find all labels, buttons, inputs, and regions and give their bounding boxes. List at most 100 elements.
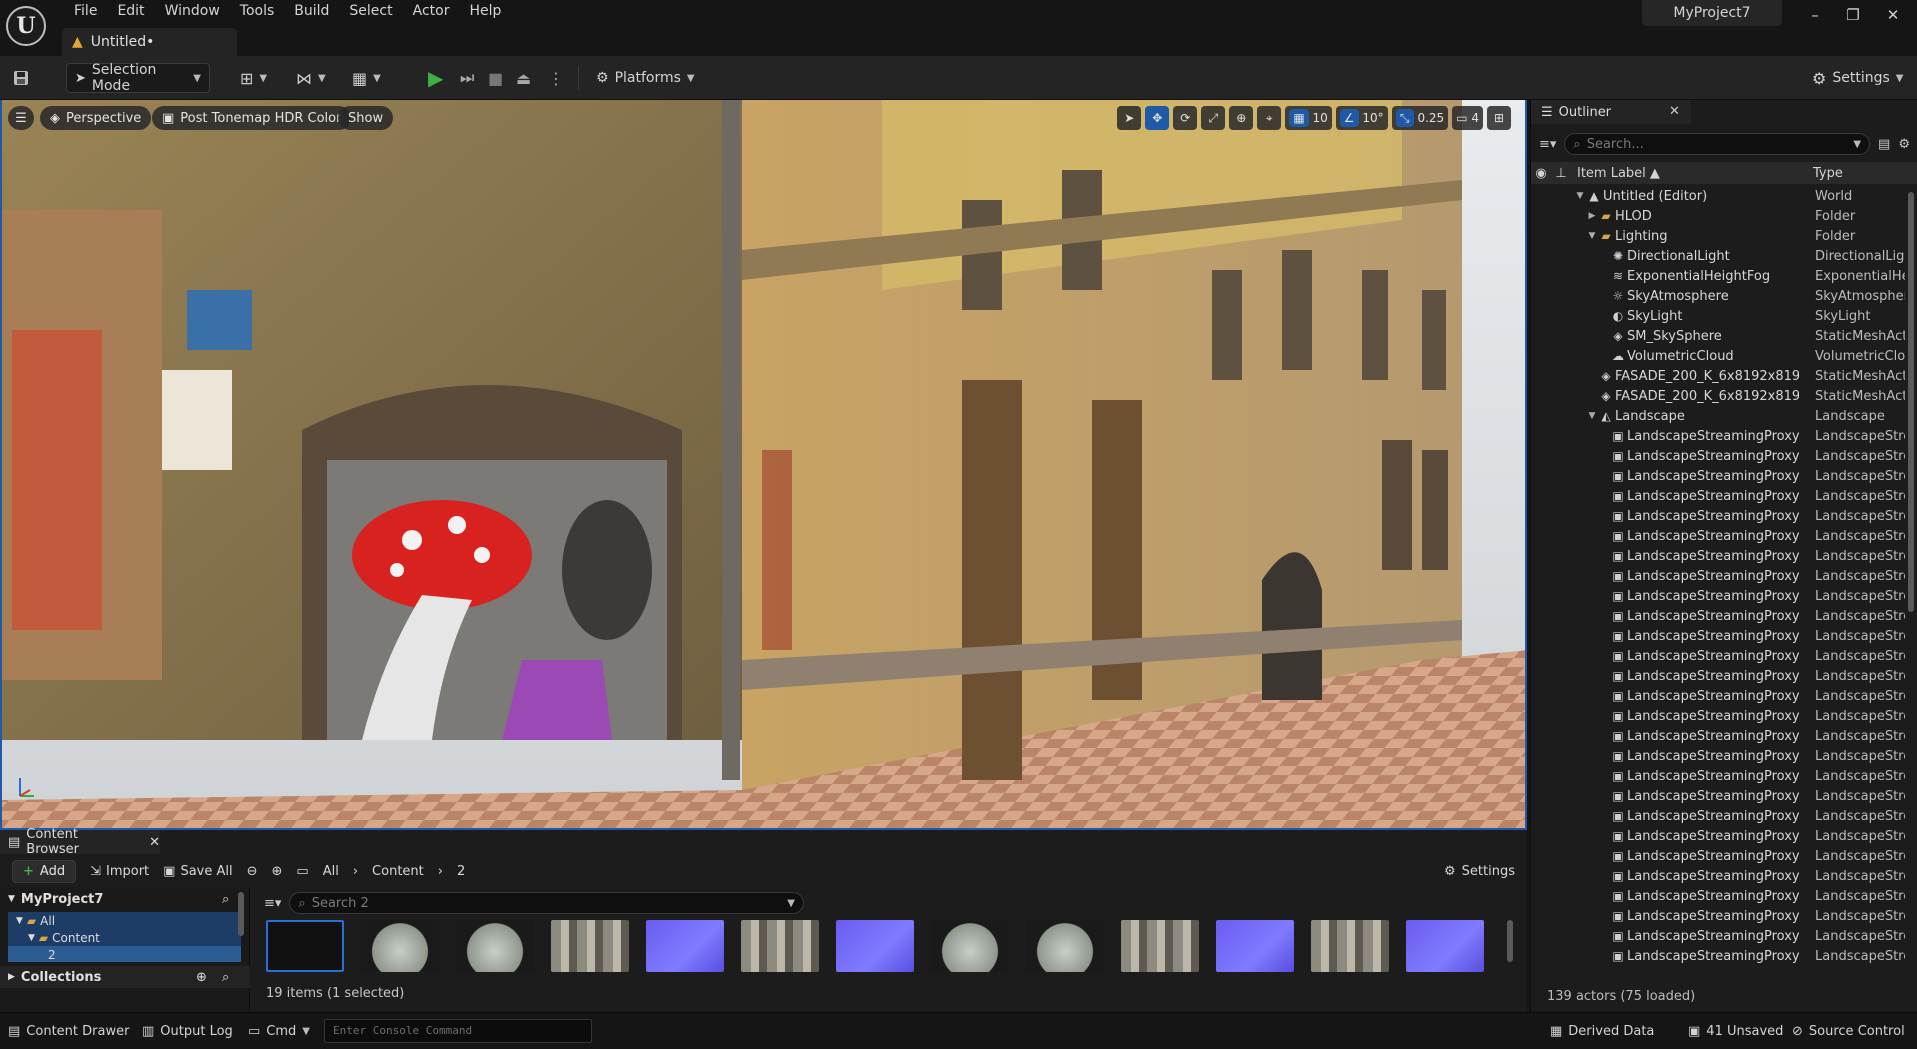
asset-thumbnail-atlas[interactable] xyxy=(1311,920,1389,972)
content-browser-tab[interactable]: ▤ Content Browser ✕ xyxy=(0,827,160,857)
asset-thumbnail-atlas[interactable] xyxy=(1121,920,1199,972)
outliner-row[interactable]: ▣LandscapeStreamingProxy_ LandscapeStream… xyxy=(1531,626,1907,646)
outliner-row[interactable]: ▣LandscapeStreamingProxy_ LandscapeStream… xyxy=(1531,826,1907,846)
outliner-row[interactable]: ▣LandscapeStreamingProxy_ LandscapeStream… xyxy=(1531,726,1907,746)
outliner-row[interactable]: ▣LandscapeStreamingProxy_ LandscapeStream… xyxy=(1531,886,1907,906)
step-icon[interactable]: ⏭ xyxy=(460,63,474,93)
rotation-snap-toggle[interactable]: ∠ 10° xyxy=(1335,106,1388,130)
settings-dropdown[interactable]: ⚙ Settings ▼ xyxy=(1812,63,1903,93)
outliner-row[interactable]: ≋ExponentialHeightFogExponentialHeightFo… xyxy=(1531,266,1907,286)
asset-search-input[interactable]: ⌕ Search 2 ▼ xyxy=(289,892,804,914)
unreal-logo-icon[interactable]: U xyxy=(6,6,46,46)
asset-thumbnail-sphere[interactable] xyxy=(361,920,439,972)
tree-item-all[interactable]: ▼ ▰ All xyxy=(8,912,241,929)
add-collection-icon[interactable]: ⊕ xyxy=(196,970,207,985)
asset-thumbnail-normal[interactable] xyxy=(646,920,724,972)
breadcrumb-2[interactable]: 2 xyxy=(457,864,465,879)
visibility-eye-icon[interactable]: ◉ xyxy=(1531,166,1551,181)
close-icon[interactable]: ✕ xyxy=(149,835,160,850)
select-tool-icon[interactable]: ➤ xyxy=(1117,106,1142,130)
scale-snap-toggle[interactable]: ⤡ 0.25 xyxy=(1391,106,1449,130)
perspective-button[interactable]: ◈ Perspective xyxy=(40,106,152,130)
menu-file[interactable]: File xyxy=(64,0,107,22)
outliner-row[interactable]: ▣LandscapeStreamingProxy_ LandscapeStream… xyxy=(1531,926,1907,946)
outliner-row[interactable]: ▼ ▰ Lighting Folder xyxy=(1531,226,1907,246)
outliner-row[interactable]: ▣LandscapeStreamingProxy_ LandscapeStream… xyxy=(1531,706,1907,726)
asset-thumbnail-sphere[interactable] xyxy=(931,920,1009,972)
menu-window[interactable]: Window xyxy=(155,0,230,22)
outliner-row[interactable]: ◈ FASADE_200_K_6x8192x8193 StaticMeshActor xyxy=(1531,386,1907,406)
search-icon[interactable]: ⌕ xyxy=(222,970,229,985)
level-tab[interactable]: ▲ Untitled• xyxy=(62,28,237,56)
menu-tools[interactable]: Tools xyxy=(230,0,285,22)
add-actor-button[interactable]: ⊞ ▼ xyxy=(240,63,267,93)
tree-item-content[interactable]: ▼ ▰ Content xyxy=(8,929,241,946)
minimize-button[interactable]: – xyxy=(1800,4,1830,26)
outliner-tab[interactable]: ☰ Outliner ✕ xyxy=(1531,100,1691,124)
breadcrumb-all[interactable]: All xyxy=(323,864,339,879)
tree-toggle-icon[interactable]: ▶ xyxy=(1587,211,1597,221)
maximize-button[interactable]: ❐ xyxy=(1838,4,1868,26)
derived-data-button[interactable]: ▦ Derived Data xyxy=(1550,1021,1654,1041)
outliner-row[interactable]: ▼ ▲ Untitled (Editor) World xyxy=(1531,186,1907,206)
close-icon[interactable]: ✕ xyxy=(1669,104,1680,119)
source-control-button[interactable]: ⊘ Source Control xyxy=(1792,1021,1905,1041)
outliner-row[interactable]: ▣LandscapeStreamingProxy_ LandscapeStream… xyxy=(1531,666,1907,686)
grid-snap-toggle[interactable]: ▦ 10 xyxy=(1285,106,1332,130)
unsaved-button[interactable]: ▣ 41 Unsaved xyxy=(1688,1021,1783,1041)
content-drawer-button[interactable]: ▤ Content Drawer xyxy=(8,1021,129,1041)
tree-toggle-icon[interactable]: ▼ xyxy=(1587,231,1597,241)
view-mode-button[interactable]: ▣ Post Tonemap HDR Color xyxy=(152,106,352,130)
outliner-row[interactable]: ▣LandscapeStreamingProxy_ LandscapeStream… xyxy=(1531,946,1907,966)
asset-thumbnail-normal[interactable] xyxy=(1406,920,1484,972)
save-all-button[interactable]: ▣ Save All xyxy=(163,864,232,879)
more-options-icon[interactable]: ⋮ xyxy=(548,63,564,93)
outliner-row[interactable]: ▣LandscapeStreamingProxy_ LandscapeStream… xyxy=(1531,606,1907,626)
item-label-column-header[interactable]: Item Label ▲ xyxy=(1577,166,1813,181)
content-browser-settings-button[interactable]: ⚙ Settings xyxy=(1444,864,1515,879)
surface-snap-icon[interactable]: ⌖ xyxy=(1257,106,1282,130)
search-icon[interactable]: ⌕ xyxy=(222,892,229,907)
asset-thumbnail-atlas[interactable] xyxy=(741,920,819,972)
outliner-scrollbar[interactable] xyxy=(1908,192,1914,612)
cinematics-button[interactable]: ▦ ▼ xyxy=(352,63,381,93)
tree-item-2[interactable]: 2 xyxy=(8,946,241,962)
tree-toggle-icon[interactable]: ▼ xyxy=(1587,411,1597,421)
camera-speed-button[interactable]: ▭ 4 xyxy=(1452,106,1483,130)
outliner-search-input[interactable]: ⌕ Search... ▼ xyxy=(1564,133,1871,155)
outliner-row[interactable]: ☁VolumetricCloudVolumetricCloud xyxy=(1531,346,1907,366)
outliner-row[interactable]: ▼ ◭ Landscape Landscape xyxy=(1531,406,1907,426)
tree-toggle-icon[interactable]: ▼ xyxy=(1575,191,1585,201)
asset-thumbnail-normal[interactable] xyxy=(1216,920,1294,972)
blueprints-button[interactable]: ⋈ ▼ xyxy=(296,63,326,93)
play-button[interactable]: ▶ xyxy=(428,63,443,93)
outliner-row[interactable]: ▣LandscapeStreamingProxy_ LandscapeStream… xyxy=(1531,506,1907,526)
back-arrow-icon[interactable]: ⊖ xyxy=(247,864,258,879)
outliner-row[interactable]: ▣LandscapeStreamingProxy_ LandscapeStream… xyxy=(1531,906,1907,926)
filter-icon[interactable]: ≡▾ xyxy=(1539,137,1556,152)
eject-icon[interactable]: ⏏ xyxy=(516,63,531,93)
outliner-row[interactable]: ▣LandscapeStreamingProxy_ LandscapeStream… xyxy=(1531,866,1907,886)
show-button[interactable]: Show xyxy=(338,106,394,130)
outliner-row[interactable]: ▣LandscapeStreamingProxy_ LandscapeStream… xyxy=(1531,806,1907,826)
outliner-row[interactable]: ▣LandscapeStreamingProxy_ LandscapeStream… xyxy=(1531,486,1907,506)
menu-build[interactable]: Build xyxy=(284,0,339,22)
viewport-layout-icon[interactable]: ⊞ xyxy=(1487,106,1511,130)
asset-thumbnail-scene[interactable] xyxy=(266,920,344,972)
import-button[interactable]: ⇲ Import xyxy=(90,864,149,879)
outliner-row[interactable]: ▣LandscapeStreamingProxy_ LandscapeStream… xyxy=(1531,566,1907,586)
asset-scrollbar[interactable] xyxy=(1507,920,1513,962)
outliner-row[interactable]: ▣LandscapeStreamingProxy_ LandscapeStream… xyxy=(1531,426,1907,446)
level-viewport[interactable]: ☰ ◈ Perspective ▣ Post Tonemap HDR Color S… xyxy=(0,100,1527,830)
asset-thumbnail-sphere[interactable] xyxy=(456,920,534,972)
asset-thumbnail-sphere[interactable] xyxy=(1026,920,1104,972)
outliner-row[interactable]: ✺DirectionalLightDirectionalLight xyxy=(1531,246,1907,266)
close-window-button[interactable]: ✕ xyxy=(1878,4,1908,26)
asset-thumbnail-normal[interactable] xyxy=(836,920,914,972)
sources-scrollbar[interactable] xyxy=(238,892,244,936)
console-command-input[interactable]: Enter Console Command xyxy=(324,1019,592,1043)
outliner-row[interactable]: ☼SkyAtmosphereSkyAtmosphere xyxy=(1531,286,1907,306)
output-log-button[interactable]: ▥ Output Log xyxy=(142,1021,233,1041)
outliner-row[interactable]: ▣LandscapeStreamingProxy_ LandscapeStream… xyxy=(1531,526,1907,546)
gear-icon[interactable]: ⚙ xyxy=(1898,137,1910,152)
